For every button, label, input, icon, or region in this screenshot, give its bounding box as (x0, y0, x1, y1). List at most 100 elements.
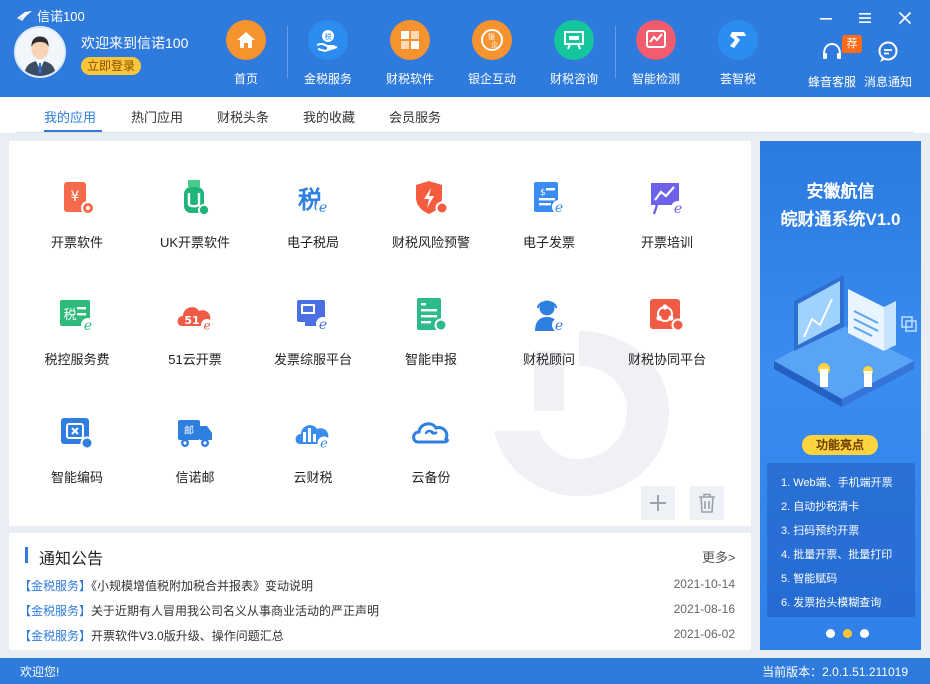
status-welcome: 欢迎您! (20, 665, 60, 679)
tab-member-service[interactable]: 会员服务 (389, 107, 441, 126)
invoice-platform-icon: e (297, 300, 330, 333)
svg-text:企: 企 (491, 40, 498, 49)
app-xinnuo-mail[interactable]: 邮 信诺邮 (140, 412, 250, 492)
svg-text:税: 税 (325, 32, 332, 41)
svg-text:银: 银 (488, 32, 495, 41)
mail-truck-icon: 邮 (178, 420, 212, 447)
risk-warning-icon (416, 181, 449, 215)
notice-more-link[interactable]: 更多> (702, 547, 736, 566)
app-cloud-finance[interactable]: e 云财税 (258, 412, 368, 492)
notice-item[interactable]: 【金税服务】开票软件V3.0版升级、操作问题汇总 2021-06-02 (19, 627, 735, 647)
avatar[interactable] (14, 26, 66, 78)
notice-text: 开票软件V3.0版升级、操作问题汇总 (91, 629, 284, 643)
notice-text: 关于近期有人冒用我公司名义从事商业活动的严正声明 (91, 604, 380, 618)
app-finance-advisor[interactable]: e 财税顾问 (494, 294, 604, 374)
nav-golden-tax[interactable]: 税 金税服务 (288, 20, 368, 87)
notification-label: 消息通知 (864, 75, 913, 89)
app-cloud-backup[interactable]: 云备份 (376, 412, 486, 492)
app-label: 发票综服平台 (273, 352, 352, 367)
app-invoice-software[interactable]: ¥ 开票软件 (22, 177, 132, 257)
feature-item: 4. 批量开票、批量打印 (781, 549, 893, 561)
menu-button[interactable] (854, 7, 876, 29)
carousel-dot[interactable] (860, 629, 869, 638)
login-button[interactable]: 立即登录 (81, 57, 141, 75)
training-icon: e (651, 183, 685, 217)
recommend-badge: 荐 (842, 35, 862, 53)
notice-item[interactable]: 【金税服务】关于近期有人冒用我公司名义从事商业活动的严正声明 2021-08-1… (19, 602, 735, 622)
carousel-dot-active[interactable] (843, 629, 852, 638)
app-invoice-training[interactable]: e 开票培训 (612, 177, 722, 257)
app-label: 税控服务费 (44, 352, 110, 367)
svg-text:e: e (319, 200, 327, 216)
uk-key-icon (184, 180, 210, 216)
app-e-invoice[interactable]: $ e 电子发票 (494, 177, 604, 257)
notice-tag: 【金税服务】 (19, 604, 92, 618)
app-label: 财税风险预警 (391, 235, 470, 250)
nav-label: 银企互动 (467, 72, 516, 86)
app-smart-coding[interactable]: 智能编码 (22, 412, 132, 492)
tab-hot-apps[interactable]: 热门应用 (131, 107, 183, 126)
app-smart-declare[interactable]: 智能申报 (376, 294, 486, 374)
tab-my-apps[interactable]: 我的应用 (44, 107, 96, 126)
nav-finance-software[interactable]: 财税软件 (370, 20, 450, 87)
version-number: 2.0.1.51.211019 (822, 665, 908, 679)
home-icon (226, 20, 266, 60)
svg-text:51: 51 (184, 314, 199, 327)
status-bar: 欢迎您! 当前版本：2.0.1.51.211019 (0, 658, 930, 684)
app-label: 财税协同平台 (627, 352, 706, 367)
notice-date: 2021-06-02 (673, 627, 735, 641)
delete-app-button[interactable] (690, 486, 724, 520)
nav-label: 首页 (233, 72, 258, 86)
app-finance-collab-platform[interactable]: 财税协同平台 (612, 294, 722, 374)
minimize-button[interactable] (815, 7, 837, 29)
nav-label: 荟智税 (719, 72, 756, 86)
message-icon (878, 41, 898, 62)
app-uk-invoice-software[interactable]: UK开票软件 (140, 177, 250, 257)
svg-text:e: e (319, 317, 327, 333)
nav-bank-enterprise[interactable]: 银企 银企互动 (452, 20, 532, 87)
app-label: 财税顾问 (522, 352, 575, 367)
app-51-cloud-invoice[interactable]: 51 e 51云开票 (140, 294, 250, 374)
svg-text:e: e (203, 319, 210, 333)
notice-date: 2021-10-14 (673, 577, 735, 591)
app-label: 云备份 (411, 470, 451, 485)
notice-tag: 【金税服务】 (19, 629, 92, 643)
tab-finance-news[interactable]: 财税头条 (217, 107, 269, 126)
feature-list: 1. Web端、手机端开票 2. 自动抄税清卡 3. 扫码预约开票 4. 批量开… (767, 463, 915, 617)
version-label: 当前版本： (762, 665, 823, 679)
notice-panel: 通知公告 更多> 【金税服务】《小规模增值税附加税合并报表》变动说明 2021-… (9, 533, 751, 650)
carousel-dot[interactable] (826, 629, 835, 638)
consult-board-icon (554, 20, 594, 60)
notification-button[interactable]: 消息通知 (864, 40, 912, 90)
nav-smart-tax[interactable]: 荟智税 (698, 20, 778, 87)
notice-tag: 【金税服务】 (19, 579, 92, 593)
tab-my-favorites[interactable]: 我的收藏 (303, 107, 355, 126)
svg-text:e: e (674, 201, 682, 217)
app-label: 开票培训 (640, 235, 693, 250)
nav-smart-detect[interactable]: 智能检测 (616, 20, 696, 87)
promo-banner[interactable]: 安徽航信 皖财通系统V1.0 功能亮点 1. Web端、手机端开票 2. 自动抄… (760, 141, 921, 650)
app-label: 电子发票 (522, 235, 575, 250)
welcome-text: 欢迎来到信诺100 (81, 35, 189, 51)
svg-text:税: 税 (63, 308, 76, 323)
app-invoice-service-platform[interactable]: e 发票综服平台 (258, 294, 368, 374)
nav-finance-consult[interactable]: 财税咨询 (534, 20, 614, 87)
notice-title: 通知公告 (39, 551, 104, 568)
svg-text:邮: 邮 (184, 424, 194, 437)
close-button[interactable] (894, 7, 916, 29)
notice-title-marker (25, 547, 28, 563)
app-e-tax-bureau[interactable]: 税e 电子税局 (258, 177, 368, 257)
notice-date: 2021-08-16 (673, 602, 735, 616)
add-app-button[interactable] (641, 486, 675, 520)
nav-home[interactable]: 首页 (206, 20, 286, 87)
app-label: 信诺邮 (175, 470, 215, 485)
app-label: UK开票软件 (159, 235, 231, 250)
e-invoice-icon: $e (534, 182, 566, 216)
feature-item: 3. 扫码预约开票 (781, 525, 860, 537)
app-tax-control-fee[interactable]: 税e 税控服务费 (22, 294, 132, 374)
header-bar: 信诺100 欢迎来到信诺100 立即登录 首页 税 金税服务 财税软件 银 企 … (0, 0, 930, 97)
notice-item[interactable]: 【金税服务】《小规模增值税附加税合并报表》变动说明 2021-10-14 (19, 577, 735, 597)
app-risk-warning[interactable]: 财税风险预警 (376, 177, 486, 257)
svg-text:e: e (555, 200, 563, 216)
feature-item: 2. 自动抄税清卡 (781, 501, 860, 513)
